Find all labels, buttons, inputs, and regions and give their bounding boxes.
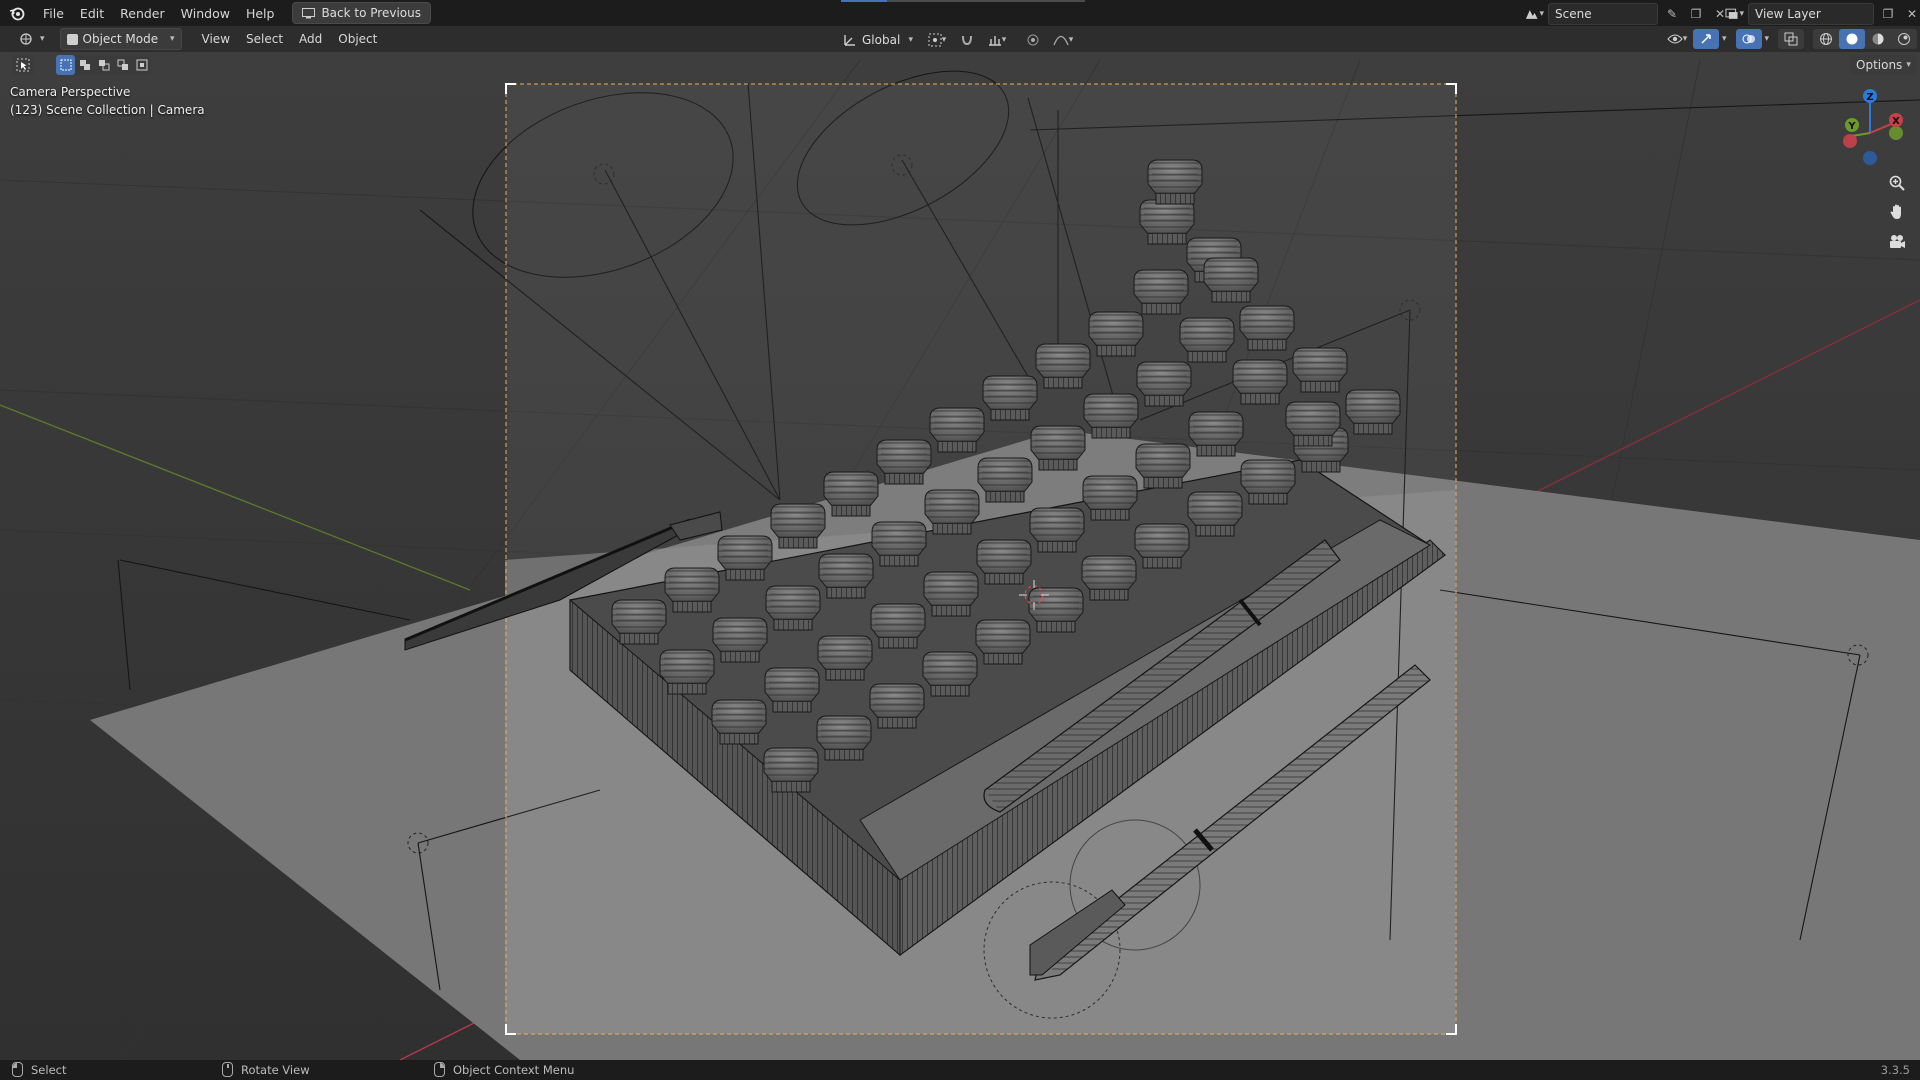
status-select-label: Select (31, 1062, 67, 1077)
editor-type-dropdown[interactable]: ▾ (12, 28, 52, 50)
3d-viewport[interactable]: Camera Perspective (123) Scene Collectio… (0, 52, 1920, 1060)
selection-mode-group (56, 55, 151, 75)
scene-name: Scene (1555, 7, 1592, 21)
gizmo-x-label: X (1892, 116, 1900, 127)
tool-settings-row (0, 52, 1920, 78)
header-menu-object[interactable]: Object (330, 29, 385, 49)
invert-selection-icon[interactable] (113, 55, 132, 75)
zoom-icon[interactable] (1884, 170, 1910, 196)
scene-browse-icon[interactable]: ▾ (1524, 4, 1544, 24)
falloff-icon[interactable]: ▾ (1050, 30, 1076, 50)
header-menu-view[interactable]: View (194, 29, 238, 49)
object-mode-icon (66, 33, 78, 45)
snap-target-icon[interactable]: ▾ (984, 30, 1010, 50)
mouse-right-icon (434, 1062, 445, 1077)
solid-shading-icon[interactable] (1839, 29, 1866, 49)
hand-icon[interactable] (1884, 199, 1910, 225)
back-to-previous-button[interactable]: Back to Previous (292, 2, 431, 24)
rendered-shading-icon[interactable] (1891, 29, 1917, 49)
shading-modes (1813, 29, 1918, 49)
screen-icon (302, 7, 316, 18)
view-layer-selector: ▾ View Layer ❐ ✕ (1724, 3, 1920, 25)
overlays-dropdown-icon[interactable]: ▾ (1765, 34, 1770, 44)
menu-edit[interactable]: Edit (72, 2, 112, 25)
menu-file[interactable]: File (35, 2, 72, 25)
editor-type-icon (20, 33, 32, 45)
scene-selector: ▾ Scene ✎ ❐ ✕ (1524, 3, 1730, 25)
gizmo-neg-y-icon[interactable] (1889, 126, 1903, 140)
camera-icon[interactable] (1884, 229, 1910, 255)
mouse-middle-icon (222, 1062, 233, 1077)
subtract-selection-icon[interactable] (94, 55, 113, 75)
viewport-scene[interactable] (0, 52, 1920, 1060)
status-context-label: Object Context Menu (453, 1062, 575, 1077)
gizmo-neg-x-icon[interactable] (1843, 134, 1857, 148)
gizmo-dropdown-icon[interactable]: ▾ (1722, 34, 1727, 44)
select-tool-icon[interactable] (12, 55, 34, 75)
status-rotate-label: Rotate View (241, 1062, 310, 1077)
proportional-editing-icon[interactable] (1020, 30, 1046, 50)
gizmo-neg-z-icon[interactable] (1863, 151, 1877, 165)
pin-icon[interactable]: ✎ (1662, 4, 1682, 24)
status-bar: Select Rotate View Object Context Menu 3… (0, 1060, 1920, 1080)
orientation-dropdown[interactable]: Global ▾ (836, 29, 920, 51)
status-select: Select (12, 1062, 66, 1077)
view-layer-name-field[interactable]: View Layer (1748, 3, 1874, 25)
transform-tools: Global ▾ ▾ ▾ ▾ (836, 29, 1076, 51)
collection-label: (123) Scene Collection | Camera (10, 103, 205, 117)
snap-toggle-icon[interactable] (954, 30, 980, 50)
blender-logo-icon[interactable] (9, 5, 25, 21)
view-layer-name: View Layer (1755, 7, 1821, 21)
perspective-label: Camera Perspective (10, 85, 131, 99)
menu-render[interactable]: Render (112, 2, 173, 25)
xray-toggle-icon[interactable] (1778, 29, 1805, 49)
status-rotate: Rotate View (222, 1062, 310, 1077)
material-shading-icon[interactable] (1865, 29, 1891, 49)
viewport-display-tools: ▾ ▾ ▾ ▾ (1664, 29, 1920, 49)
orientation-label: Global (862, 33, 901, 47)
menu-window[interactable]: Window (173, 2, 238, 25)
navigation-gizmo[interactable]: Z Y X (1830, 88, 1910, 168)
visibility-icon[interactable]: ▾ (1664, 29, 1690, 49)
menu-help[interactable]: Help (238, 2, 283, 25)
orientation-icon (844, 35, 855, 46)
mode-dropdown[interactable]: Object Mode ▾ (59, 28, 182, 50)
new-view-layer-icon[interactable]: ❐ (1878, 4, 1898, 24)
scene-name-field[interactable]: Scene (1548, 3, 1658, 25)
header-menu-add[interactable]: Add (291, 29, 330, 49)
options-dropdown[interactable]: Options ▾ (1850, 55, 1917, 75)
status-context-menu: Object Context Menu (434, 1062, 574, 1077)
intersect-selection-icon[interactable] (132, 55, 151, 75)
header-menu-select[interactable]: Select (238, 29, 291, 49)
pivot-point-icon[interactable]: ▾ (924, 30, 950, 50)
view-layer-browse-icon[interactable]: ▾ (1724, 4, 1744, 24)
wireframe-shading-icon[interactable] (1813, 29, 1839, 49)
options-label: Options (1856, 58, 1903, 72)
gizmo-z-label: Z (1866, 92, 1873, 103)
workspace-indicator (841, 0, 1085, 2)
mouse-left-icon (12, 1062, 23, 1077)
back-to-previous-label: Back to Previous (321, 6, 421, 20)
extend-selection-icon[interactable] (75, 55, 94, 75)
mode-label: Object Mode (82, 32, 159, 46)
gizmo-y-label: Y (1847, 121, 1856, 132)
new-scene-icon[interactable]: ❐ (1686, 4, 1706, 24)
overlays-toggle-icon[interactable] (1735, 29, 1762, 49)
version-label: 3.3.5 (1880, 1063, 1910, 1077)
close-view-layer-icon[interactable]: ✕ (1902, 4, 1920, 24)
gizmo-toggle-icon[interactable] (1693, 29, 1719, 49)
set-selection-icon[interactable] (56, 55, 75, 75)
